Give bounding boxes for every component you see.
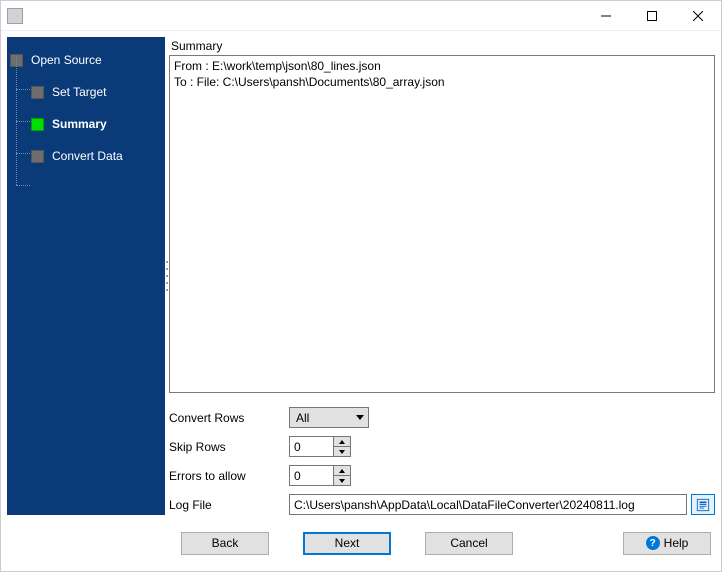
help-button[interactable]: ? Help	[623, 532, 711, 555]
summary-text-box[interactable]: From : E:\work\temp\json\80_lines.json T…	[169, 55, 715, 393]
spin-down-button[interactable]	[334, 475, 350, 485]
browse-icon	[696, 498, 710, 512]
minimize-button[interactable]	[583, 1, 629, 31]
step-summary[interactable]: Summary	[7, 111, 165, 137]
summary-heading: Summary	[171, 39, 715, 53]
step-open-source[interactable]: Open Source	[7, 47, 165, 73]
spin-down-button[interactable]	[334, 446, 350, 456]
step-convert-data[interactable]: Convert Data	[7, 143, 165, 169]
summary-pane: Summary From : E:\work\temp\json\80_line…	[169, 37, 715, 515]
titlebar	[1, 1, 721, 31]
app-icon	[7, 8, 23, 24]
skip-rows-stepper[interactable]	[289, 436, 351, 457]
maximize-button[interactable]	[629, 1, 675, 31]
log-file-label: Log File	[169, 498, 289, 512]
errors-allow-label: Errors to allow	[169, 469, 289, 483]
log-file-input[interactable]	[289, 494, 687, 515]
step-label: Set Target	[52, 85, 106, 99]
step-set-target[interactable]: Set Target	[7, 79, 165, 105]
spin-up-button[interactable]	[334, 437, 350, 446]
close-button[interactable]	[675, 1, 721, 31]
convert-rows-label: Convert Rows	[169, 411, 289, 425]
wizard-window: Open Source Set Target Summary Convert D…	[0, 0, 722, 572]
back-button[interactable]: Back	[181, 532, 269, 555]
triangle-down-icon	[339, 450, 345, 454]
splitter[interactable]	[165, 37, 169, 515]
step-label: Convert Data	[52, 149, 123, 163]
skip-rows-label: Skip Rows	[169, 440, 289, 454]
step-marker-icon	[31, 86, 44, 99]
errors-allow-input[interactable]	[289, 465, 333, 486]
summary-to-line: To : File: C:\Users\pansh\Documents\80_a…	[174, 75, 445, 89]
spin-up-button[interactable]	[334, 466, 350, 475]
convert-rows-value: All	[296, 411, 309, 425]
cancel-button[interactable]: Cancel	[425, 532, 513, 555]
wizard-steps-sidebar: Open Source Set Target Summary Convert D…	[7, 37, 165, 515]
skip-rows-input[interactable]	[289, 436, 333, 457]
errors-allow-stepper[interactable]	[289, 465, 351, 486]
wizard-footer: Back Next Cancel ? Help	[7, 521, 715, 565]
summary-from-line: From : E:\work\temp\json\80_lines.json	[174, 59, 381, 73]
triangle-up-icon	[339, 469, 345, 473]
browse-log-button[interactable]	[691, 494, 715, 515]
chevron-down-icon	[356, 415, 364, 420]
step-label: Open Source	[31, 53, 102, 67]
step-marker-icon	[31, 118, 44, 131]
help-icon: ?	[646, 536, 660, 550]
triangle-down-icon	[339, 479, 345, 483]
step-label: Summary	[52, 117, 107, 131]
next-button[interactable]: Next	[303, 532, 391, 555]
step-marker-icon	[31, 150, 44, 163]
triangle-up-icon	[339, 440, 345, 444]
convert-rows-select[interactable]: All	[289, 407, 369, 428]
